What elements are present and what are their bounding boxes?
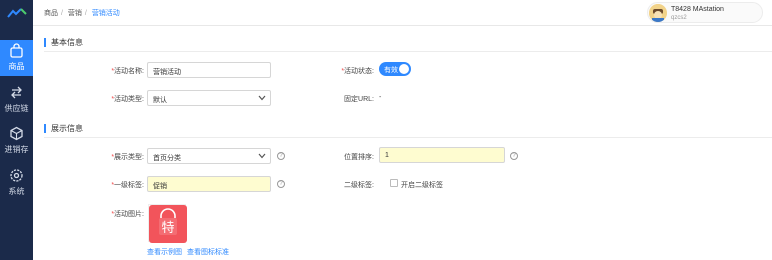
level1-tag-label: *一级标签: [111, 182, 144, 189]
gear-icon [10, 169, 23, 182]
sidebar-item-supply-chain[interactable]: 供应链 [0, 82, 33, 118]
breadcrumb-separator: / [84, 10, 87, 17]
position-order-input[interactable]: 1 [379, 147, 505, 163]
level2-tag-checkbox[interactable] [390, 179, 398, 187]
level2-tag-label: 二级标签: [344, 182, 374, 189]
activity-status-label: *活动状态: [341, 68, 374, 75]
user-subtitle: qzcs2 [671, 15, 687, 21]
position-order-label: 位置排序: [344, 154, 374, 161]
view-example-link[interactable]: 查看示例图 [147, 247, 182, 257]
section-divider [44, 137, 772, 138]
breadcrumb-current: 营销活动 [91, 10, 120, 17]
special-tag-icon: 特 [149, 205, 187, 243]
sidebar-item-label: 商品 [8, 62, 25, 71]
logo[interactable] [0, 0, 33, 26]
sidebar-item-label: 供应链 [4, 104, 29, 113]
section-divider [44, 51, 772, 52]
avatar-icon [649, 4, 667, 22]
help-icon[interactable]: ? [277, 180, 285, 188]
activity-type-label: *活动类型: [111, 96, 144, 103]
help-icon[interactable]: ? [510, 152, 518, 160]
section-title-basic: 基本信息 [44, 38, 83, 47]
view-standard-link[interactable]: 查看图标标准 [187, 247, 229, 257]
level2-tag-checkbox-label[interactable]: 开启二级标签 [401, 180, 443, 190]
chevron-down-icon [258, 153, 266, 159]
fixed-url-value: - [379, 94, 382, 101]
user-name: T8428 MAstation [671, 6, 724, 13]
sidebar-item-goods[interactable]: 商品 [0, 40, 33, 76]
level1-tag-input[interactable]: 促销 [147, 176, 271, 192]
sidebar-item-label: 进销存 [4, 145, 29, 154]
box-icon [10, 126, 23, 141]
fixed-url-label: 固定URL: [344, 96, 374, 103]
section-title-display: 展示信息 [44, 124, 83, 133]
activity-status-toggle[interactable]: 有效 [379, 62, 411, 76]
sidebar-item-label: 系统 [8, 187, 25, 196]
breadcrumb: 商品 / 营销 / 营销活动 [44, 8, 120, 18]
logo-icon [7, 8, 27, 18]
display-type-label: *展示类型: [111, 154, 144, 161]
display-type-select[interactable]: 首页分类 [147, 148, 271, 164]
toggle-knob [399, 64, 409, 74]
sidebar-item-system[interactable]: 系统 [0, 165, 33, 201]
svg-text:特: 特 [161, 221, 174, 236]
activity-type-select[interactable]: 默认 [147, 90, 271, 106]
breadcrumb-separator: / [61, 10, 63, 17]
toggle-label: 有效 [384, 67, 398, 74]
breadcrumb-item[interactable]: 商品 [44, 10, 58, 17]
breadcrumb-item[interactable]: 营销 [68, 10, 82, 17]
activity-name-label: *活动名称: [111, 68, 144, 75]
avatar [649, 4, 667, 22]
bag-icon [10, 43, 23, 58]
sidebar: 商品 供应链 进销存 系统 [0, 0, 33, 260]
activity-name-input[interactable]: 营销活动 [147, 62, 271, 78]
help-icon[interactable]: ? [277, 152, 285, 160]
sidebar-item-inventory[interactable]: 进销存 [0, 123, 33, 159]
display-type-value: 首页分类 [153, 155, 181, 162]
activity-image-upload[interactable]: 特 [148, 204, 187, 243]
activity-type-value: 默认 [153, 97, 167, 104]
top-bar: 商品 / 营销 / 营销活动 T8428 MAstation qzcs2 [33, 0, 772, 26]
user-menu[interactable]: T8428 MAstation qzcs2 [647, 2, 763, 23]
exchange-icon [11, 86, 22, 99]
chevron-down-icon [258, 95, 266, 101]
activity-image-label: *活动图片: [111, 211, 144, 218]
